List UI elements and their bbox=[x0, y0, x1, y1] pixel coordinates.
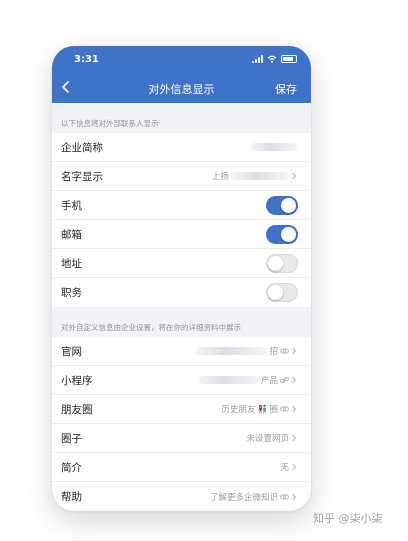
row-label: 企业简称 bbox=[61, 141, 103, 154]
row-name-display[interactable]: 名字显示 上扬 bbox=[52, 162, 311, 191]
row-label: 手机 bbox=[61, 199, 82, 212]
blurred-value bbox=[251, 143, 297, 151]
page-title: 对外信息显示 bbox=[148, 83, 215, 96]
row-value bbox=[251, 143, 297, 151]
external-info-group: 企业简称 名字显示 上扬 手机 邮箱 地址 职务 bbox=[52, 133, 311, 307]
position-toggle[interactable] bbox=[266, 283, 298, 302]
custom-info-group: 官网 招 小程序 产品 朋友圈 历史朋友 👫 圈 圈子 未设置网页 简介 无 帮… bbox=[52, 337, 311, 511]
row-position: 职务 bbox=[52, 278, 311, 307]
blurred-value bbox=[198, 376, 259, 384]
row-value: 无 bbox=[280, 461, 297, 473]
people-emoji-icon: 👫 bbox=[257, 404, 268, 414]
battery-icon bbox=[281, 55, 297, 63]
link-icon bbox=[280, 377, 289, 383]
help-value: 了解更多企微知识 bbox=[209, 492, 278, 503]
chevron-right-icon bbox=[292, 172, 297, 180]
save-button[interactable]: 保存 bbox=[275, 81, 297, 97]
name-display-value: 上扬 bbox=[211, 172, 229, 182]
blurred-value bbox=[195, 347, 268, 355]
chevron-right-icon bbox=[292, 493, 297, 500]
row-mobile: 手机 bbox=[52, 191, 311, 220]
toggle-knob bbox=[268, 256, 283, 271]
blurred-value bbox=[231, 172, 289, 180]
row-label: 简介 bbox=[61, 461, 82, 474]
status-time: 3:31 bbox=[74, 54, 99, 65]
website-value: 招 bbox=[269, 347, 278, 357]
row-value: 产品 bbox=[198, 374, 297, 386]
row-value: 上扬 bbox=[212, 170, 297, 182]
row-label: 小程序 bbox=[61, 374, 93, 387]
mini-program-value: 产品 bbox=[260, 376, 278, 386]
row-label: 地址 bbox=[61, 257, 82, 270]
row-intro[interactable]: 简介 无 bbox=[52, 453, 311, 482]
status-icons bbox=[252, 55, 297, 63]
moments-value-before: 历史朋友 bbox=[221, 405, 256, 415]
row-address: 地址 bbox=[52, 249, 311, 278]
row-value: 了解更多企微知识 bbox=[210, 491, 297, 503]
chevron-right-icon bbox=[292, 434, 297, 442]
email-toggle[interactable] bbox=[266, 225, 298, 244]
row-circle[interactable]: 圈子 未设置网页 bbox=[52, 424, 311, 453]
row-value: 未设置网页 bbox=[246, 432, 297, 444]
row-website[interactable]: 官网 招 bbox=[52, 337, 311, 366]
row-label: 邮箱 bbox=[61, 228, 82, 241]
chevron-right-icon bbox=[292, 463, 297, 471]
toggle-knob bbox=[281, 198, 296, 213]
row-mini-program[interactable]: 小程序 产品 bbox=[52, 366, 311, 395]
signal-icon bbox=[252, 55, 263, 63]
link-icon bbox=[280, 406, 289, 412]
intro-value: 无 bbox=[280, 463, 289, 473]
row-company-name[interactable]: 企业简称 bbox=[52, 133, 311, 162]
row-label: 名字显示 bbox=[61, 170, 103, 183]
mobile-toggle[interactable] bbox=[266, 196, 298, 215]
link-icon bbox=[280, 494, 289, 499]
toggle-knob bbox=[281, 227, 296, 242]
row-moments[interactable]: 朋友圈 历史朋友 👫 圈 bbox=[52, 395, 311, 424]
row-value: 历史朋友 👫 圈 bbox=[222, 403, 298, 415]
nav-header: 3:31 对外信息显示 保存 bbox=[52, 46, 311, 103]
row-label: 圈子 bbox=[61, 432, 82, 445]
chevron-right-icon bbox=[292, 376, 297, 384]
row-help[interactable]: 帮助 了解更多企微知识 bbox=[52, 482, 311, 511]
row-label: 帮助 bbox=[61, 491, 82, 503]
row-label: 官网 bbox=[61, 345, 82, 358]
row-label: 朋友圈 bbox=[61, 403, 93, 416]
moments-value-after: 圈 bbox=[269, 405, 278, 415]
row-email: 邮箱 bbox=[52, 220, 311, 249]
watermark: 知乎 @柒小柒 bbox=[313, 512, 383, 525]
toggle-knob bbox=[268, 285, 283, 300]
section-caption-custom: 对外自定义信息由企业设置，将在你的详细资料中展示 bbox=[61, 323, 241, 332]
address-toggle[interactable] bbox=[266, 254, 298, 273]
circle-value: 未设置网页 bbox=[246, 434, 289, 444]
section-caption-external: 以下信息将对外部联系人显示 bbox=[61, 119, 159, 128]
row-label: 职务 bbox=[61, 287, 82, 299]
chevron-right-icon bbox=[292, 347, 297, 355]
link-icon bbox=[280, 348, 289, 354]
phone-frame: 3:31 对外信息显示 保存 以下信息将对外部联系人显示 企业简称 名字显示 上… bbox=[52, 46, 311, 511]
wifi-icon bbox=[267, 55, 277, 63]
chevron-right-icon bbox=[292, 405, 297, 413]
row-value: 招 bbox=[195, 345, 297, 357]
